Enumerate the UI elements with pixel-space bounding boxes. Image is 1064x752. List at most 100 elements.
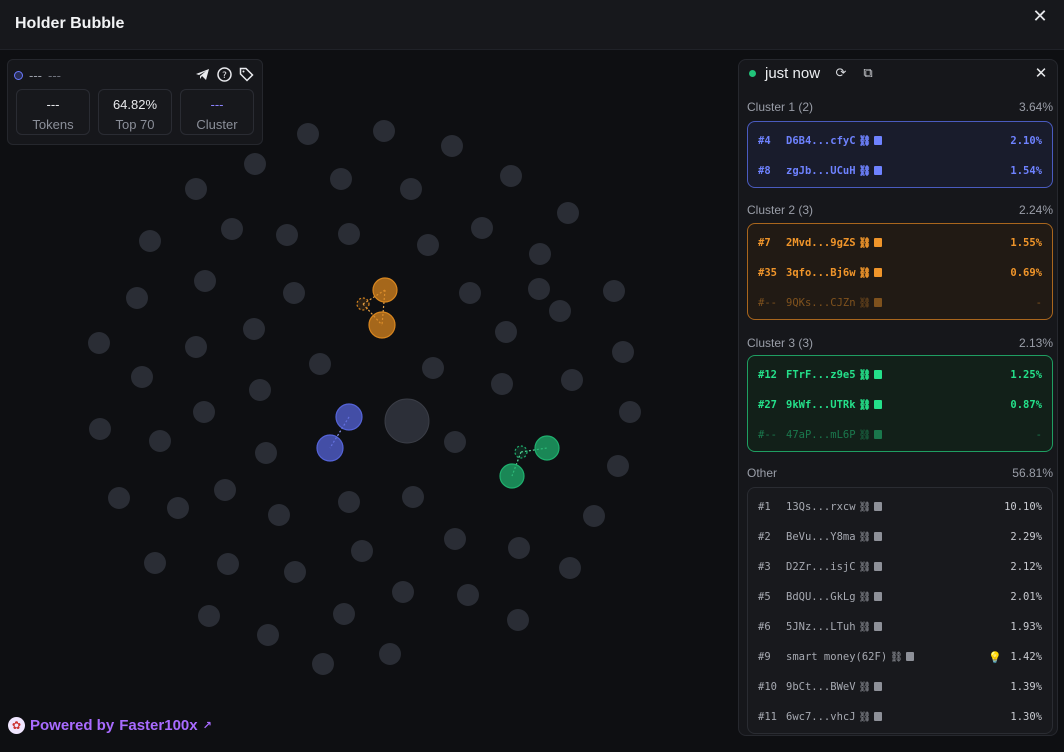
cluster1-bubble[interactable] bbox=[335, 403, 363, 431]
holder-bubble[interactable] bbox=[612, 341, 634, 363]
link-icon[interactable]: ⛓ bbox=[859, 400, 872, 411]
link-icon[interactable]: ⛓ bbox=[859, 502, 872, 513]
holder-bubble[interactable] bbox=[338, 491, 360, 513]
cluster3-bubble[interactable] bbox=[534, 435, 560, 461]
holder-row[interactable]: #3 D2Zr...isjC ⛓ 2.12% bbox=[748, 552, 1052, 582]
holder-address[interactable]: 6wc7...vhcJ bbox=[786, 711, 856, 723]
holder-bubble[interactable] bbox=[607, 455, 629, 477]
holder-bubble[interactable] bbox=[528, 278, 550, 300]
link-icon[interactable]: ⛓ bbox=[859, 268, 872, 279]
holder-bubble[interactable] bbox=[379, 643, 401, 665]
refresh-icon[interactable]: ⟳ bbox=[833, 65, 849, 81]
link-icon[interactable]: ⛓ bbox=[859, 532, 872, 543]
holder-address[interactable]: BdQU...GkLg bbox=[786, 591, 856, 603]
holder-address[interactable]: D6B4...cfyC bbox=[786, 135, 856, 147]
copy-icon[interactable] bbox=[874, 682, 883, 691]
holder-bubble[interactable] bbox=[126, 287, 148, 309]
copy-icon[interactable] bbox=[874, 400, 883, 409]
cluster2-bubble[interactable] bbox=[372, 277, 398, 303]
holder-row[interactable]: #35 3qfo...Bj6w ⛓ 0.69% bbox=[748, 258, 1052, 288]
holder-bubble[interactable] bbox=[268, 504, 290, 526]
copy-icon[interactable] bbox=[874, 502, 883, 511]
link-icon[interactable]: ⛓ bbox=[859, 622, 872, 633]
holder-row[interactable]: #2 BeVu...Y8ma ⛓ 2.29% bbox=[748, 522, 1052, 552]
holder-bubble[interactable] bbox=[194, 270, 216, 292]
holder-bubble[interactable] bbox=[500, 165, 522, 187]
holder-bubble[interactable] bbox=[422, 357, 444, 379]
copy-icon[interactable] bbox=[874, 298, 883, 307]
holder-row[interactable]: #-- 9QKs...CJZn ⛓ - bbox=[748, 288, 1052, 318]
holder-bubble[interactable] bbox=[257, 624, 279, 646]
copy-icon[interactable] bbox=[874, 136, 883, 145]
holder-bubble[interactable] bbox=[255, 442, 277, 464]
holder-bubble[interactable] bbox=[283, 282, 305, 304]
copy-icon[interactable] bbox=[905, 652, 914, 661]
tag-icon[interactable] bbox=[238, 66, 254, 82]
holder-bubble[interactable] bbox=[330, 168, 352, 190]
help-icon[interactable]: ? bbox=[216, 66, 232, 82]
powered-by[interactable]: ✿ Powered by Faster100x ↗ bbox=[8, 717, 212, 734]
holder-address[interactable]: FTrF...z9e5 bbox=[786, 369, 856, 381]
holder-row[interactable]: #10 9bCt...BWeV ⛓ 1.39% bbox=[748, 672, 1052, 702]
cluster2-bubble[interactable] bbox=[356, 297, 370, 311]
holder-bubble[interactable] bbox=[89, 418, 111, 440]
cluster3-bubble[interactable] bbox=[499, 463, 525, 489]
holder-bubble[interactable] bbox=[351, 540, 373, 562]
holder-bubble[interactable] bbox=[549, 300, 571, 322]
holder-bubble[interactable] bbox=[309, 353, 331, 375]
holder-bubble[interactable] bbox=[214, 479, 236, 501]
holder-address[interactable]: 5JNz...LTuh bbox=[786, 621, 856, 633]
holder-bubble[interactable] bbox=[444, 431, 466, 453]
holder-bubble[interactable] bbox=[284, 561, 306, 583]
panel-close-icon[interactable]: ✕ bbox=[1033, 64, 1049, 82]
holder-bubble[interactable] bbox=[471, 217, 493, 239]
external-link-icon[interactable]: ↗ bbox=[203, 719, 212, 732]
holder-bubble[interactable] bbox=[603, 280, 625, 302]
close-icon[interactable]: ✕ bbox=[1030, 6, 1050, 26]
holder-address[interactable]: 3qfo...Bj6w bbox=[786, 267, 856, 279]
external-link-icon[interactable]: ⧉ bbox=[860, 65, 876, 81]
link-icon[interactable]: ⛓ bbox=[859, 562, 872, 573]
holder-address[interactable]: zgJb...UCuH bbox=[786, 165, 856, 177]
holder-bubble[interactable] bbox=[441, 135, 463, 157]
holder-address[interactable]: 9bCt...BWeV bbox=[786, 681, 856, 693]
holder-bubble[interactable] bbox=[193, 401, 215, 423]
copy-icon[interactable] bbox=[874, 592, 883, 601]
holder-row[interactable]: #27 9kWf...UTRk ⛓ 0.87% bbox=[748, 390, 1052, 420]
holder-bubble[interactable] bbox=[557, 202, 579, 224]
link-icon[interactable]: ⛓ bbox=[859, 430, 872, 441]
copy-icon[interactable] bbox=[874, 238, 883, 247]
holder-bubble[interactable] bbox=[198, 605, 220, 627]
holder-bubble[interactable] bbox=[297, 123, 319, 145]
link-icon[interactable]: ⛓ bbox=[859, 370, 872, 381]
holder-bubble[interactable] bbox=[139, 230, 161, 252]
holder-bubble[interactable] bbox=[167, 497, 189, 519]
holder-row[interactable]: #1 13Qs...rxcw ⛓ 10.10% bbox=[748, 492, 1052, 522]
holder-address[interactable]: BeVu...Y8ma bbox=[786, 531, 856, 543]
holder-bubble[interactable] bbox=[373, 120, 395, 142]
holder-bubble[interactable] bbox=[508, 537, 530, 559]
holder-bubble[interactable] bbox=[338, 223, 360, 245]
holder-row[interactable]: #8 zgJb...UCuH ⛓ 1.54% bbox=[748, 156, 1052, 186]
holder-row[interactable]: #5 BdQU...GkLg ⛓ 2.01% bbox=[748, 582, 1052, 612]
holder-bubble[interactable] bbox=[131, 366, 153, 388]
holder-row[interactable]: #9 smart money(62F) ⛓ 💡 1.42% bbox=[748, 642, 1052, 672]
holder-address[interactable]: 9QKs...CJZn bbox=[786, 297, 856, 309]
holder-bubble[interactable] bbox=[108, 487, 130, 509]
copy-icon[interactable] bbox=[874, 532, 883, 541]
holder-bubble[interactable] bbox=[495, 321, 517, 343]
copy-icon[interactable] bbox=[874, 712, 883, 721]
copy-icon[interactable] bbox=[874, 430, 883, 439]
holder-bubble[interactable] bbox=[559, 557, 581, 579]
holder-bubble[interactable] bbox=[221, 218, 243, 240]
holder-row[interactable]: #6 5JNz...LTuh ⛓ 1.93% bbox=[748, 612, 1052, 642]
cluster3-bubble[interactable] bbox=[514, 445, 528, 459]
holder-bubble[interactable] bbox=[244, 153, 266, 175]
link-icon[interactable]: ⛓ bbox=[890, 652, 903, 663]
holder-bubble[interactable] bbox=[243, 318, 265, 340]
holder-bubble[interactable] bbox=[392, 581, 414, 603]
link-icon[interactable]: ⛓ bbox=[859, 592, 872, 603]
holder-address[interactable]: 9kWf...UTRk bbox=[786, 399, 856, 411]
link-icon[interactable]: ⛓ bbox=[859, 136, 872, 147]
copy-icon[interactable] bbox=[874, 166, 883, 175]
